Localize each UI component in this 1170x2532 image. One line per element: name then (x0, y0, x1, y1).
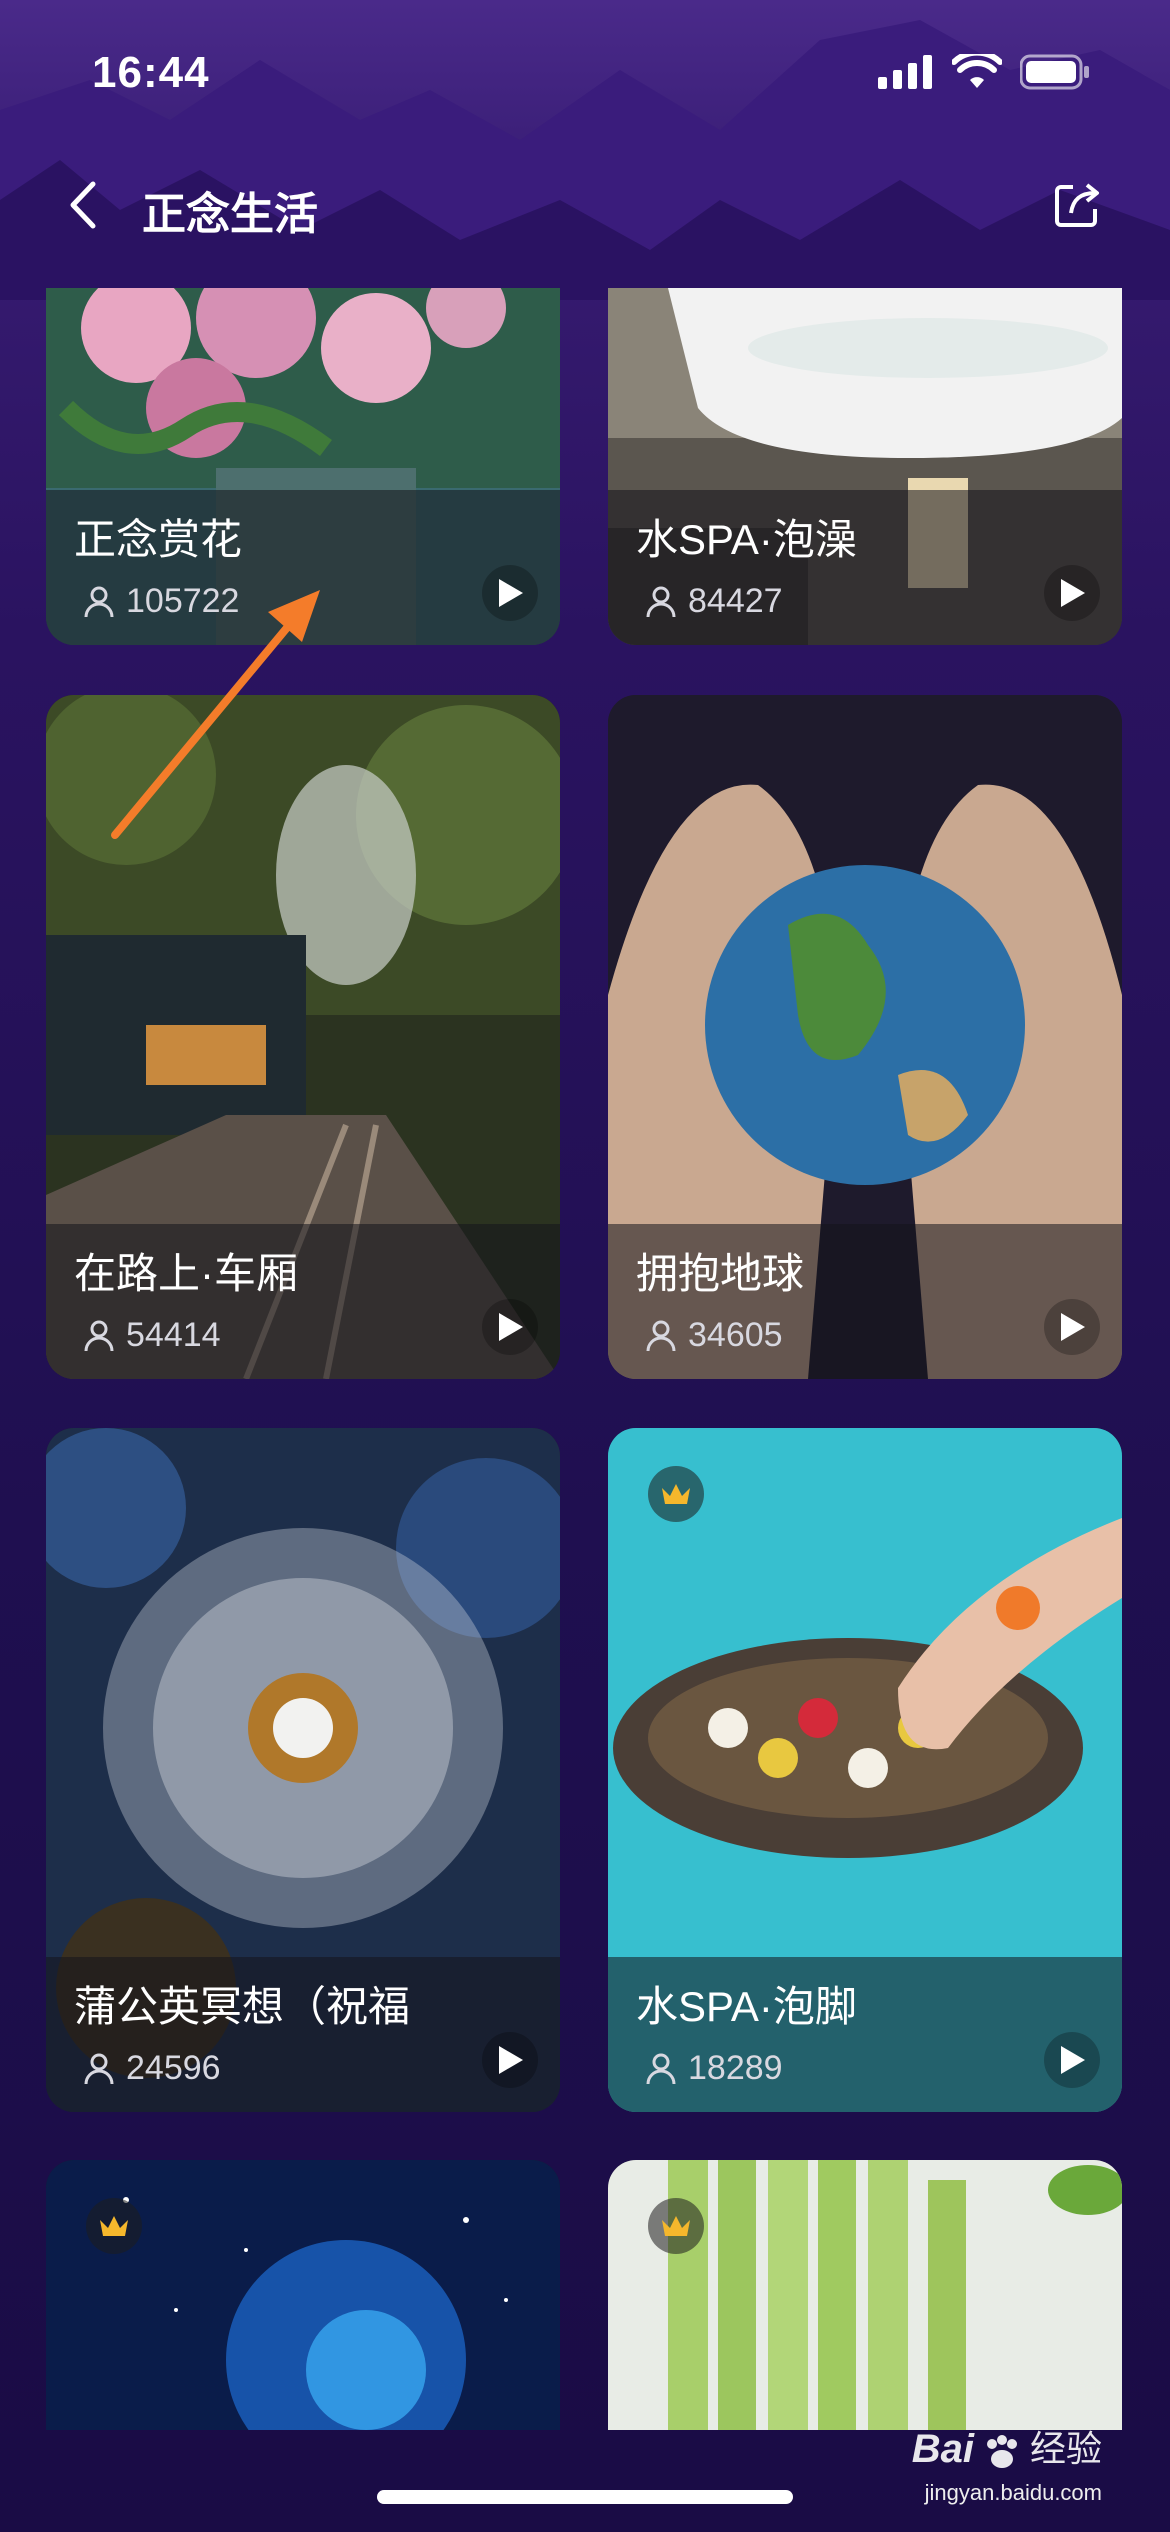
user-icon (646, 2053, 676, 2084)
premium-badge (86, 2198, 142, 2254)
card-title: 在路上·车厢 (74, 1250, 298, 1297)
crown-icon (662, 1484, 690, 1504)
play-icon (499, 579, 523, 607)
listener-count: 18289 (646, 2049, 783, 2088)
premium-badge (648, 1466, 704, 1522)
listener-count-value: 84427 (688, 582, 783, 620)
watermark-brand-cn: 经验 (1029, 2428, 1102, 2469)
play-button[interactable] (1044, 2032, 1100, 2088)
baidu-watermark: Bai 经验 (912, 2420, 1102, 2472)
card-title: 正念赏花 (74, 516, 243, 563)
listener-count-value: 18289 (688, 2049, 783, 2087)
listener-count: 54414 (84, 1316, 221, 1355)
card-title: 水SPA·泡脚 (636, 1983, 857, 2030)
premium-badge (648, 2198, 704, 2254)
play-button[interactable] (1044, 565, 1100, 621)
listener-count: 84427 (646, 582, 783, 621)
user-icon (646, 586, 676, 617)
play-button[interactable] (482, 565, 538, 621)
watermark-url: jingyan.baidu.com (924, 2480, 1102, 2505)
play-icon (1061, 1313, 1085, 1341)
play-button[interactable] (482, 2032, 538, 2088)
watermark-brand: Bai (911, 2427, 974, 2471)
crown-icon (100, 2216, 128, 2236)
play-icon (499, 2046, 523, 2074)
card-yongbao-diqiu[interactable]: 拥抱地球 34605 (608, 695, 1122, 1379)
card-zai-lushang-chexiang[interactable]: 在路上·车厢 54414 (46, 695, 560, 1379)
card-title: 水SPA·泡澡 (636, 516, 857, 563)
crown-icon (662, 2216, 690, 2236)
play-icon (1061, 579, 1085, 607)
card-pugongying-mingxiang[interactable]: 蒲公英冥想（祝福 24596 (46, 1428, 560, 2112)
card-shui-spa-paozao[interactable]: 水SPA·泡澡 84427 (608, 288, 1122, 645)
play-button[interactable] (1044, 1299, 1100, 1355)
card-celery[interactable] (608, 2160, 1122, 2430)
card-shui-spa-paojiao[interactable]: 水SPA·泡脚 18289 (608, 1428, 1122, 2112)
card-starfield[interactable] (46, 2160, 560, 2430)
user-icon (84, 586, 114, 617)
card-title: 拥抱地球 (636, 1250, 805, 1297)
listener-count-value: 24596 (126, 2049, 221, 2087)
user-icon (84, 1320, 114, 1351)
play-icon (1061, 2046, 1085, 2074)
card-zhengnian-shanghua[interactable]: 正念赏花 105722 (46, 288, 560, 645)
listener-count-value: 54414 (126, 1316, 221, 1354)
user-icon (84, 2053, 114, 2084)
listener-count: 24596 (84, 2049, 221, 2088)
listener-count-value: 34605 (688, 1316, 783, 1354)
content-grid: 正念赏花 105722 水SPA·泡澡 84427 在路上·车厢 54414 拥… (0, 0, 1170, 2532)
listener-count: 105722 (84, 582, 239, 621)
listener-count: 34605 (646, 1316, 783, 1355)
paw-icon (986, 2435, 1017, 2468)
listener-count-value: 105722 (126, 582, 240, 620)
home-indicator[interactable] (377, 2490, 793, 2504)
play-button[interactable] (482, 1299, 538, 1355)
user-icon (646, 1320, 676, 1351)
card-title: 蒲公英冥想（祝福 (74, 1983, 411, 2030)
play-icon (499, 1313, 523, 1341)
